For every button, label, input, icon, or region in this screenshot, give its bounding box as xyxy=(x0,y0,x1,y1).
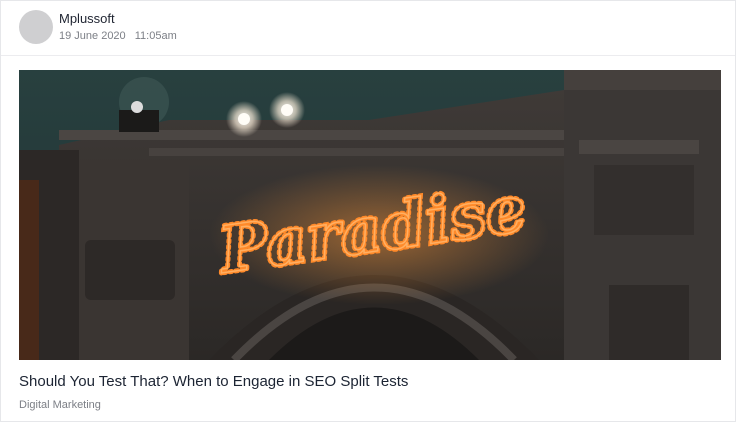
post-image[interactable]: Paradise Paradise xyxy=(19,70,721,360)
post-title[interactable]: Should You Test That? When to Engage in … xyxy=(19,373,408,390)
post-header: Mplussoft 19 June 2020 11:05am xyxy=(1,1,735,56)
post-meta: 19 June 2020 11:05am xyxy=(59,30,183,42)
avatar[interactable] xyxy=(19,10,53,44)
post-category[interactable]: Digital Marketing xyxy=(19,399,101,411)
author-name[interactable]: Mplussoft xyxy=(59,11,115,26)
post-time: 11:05am xyxy=(134,30,177,42)
post-card[interactable]: Mplussoft 19 June 2020 11:05am Paradise … xyxy=(0,0,736,422)
building-photo-icon: Paradise Paradise xyxy=(19,70,721,360)
post-date: 19 June 2020 xyxy=(59,30,126,42)
